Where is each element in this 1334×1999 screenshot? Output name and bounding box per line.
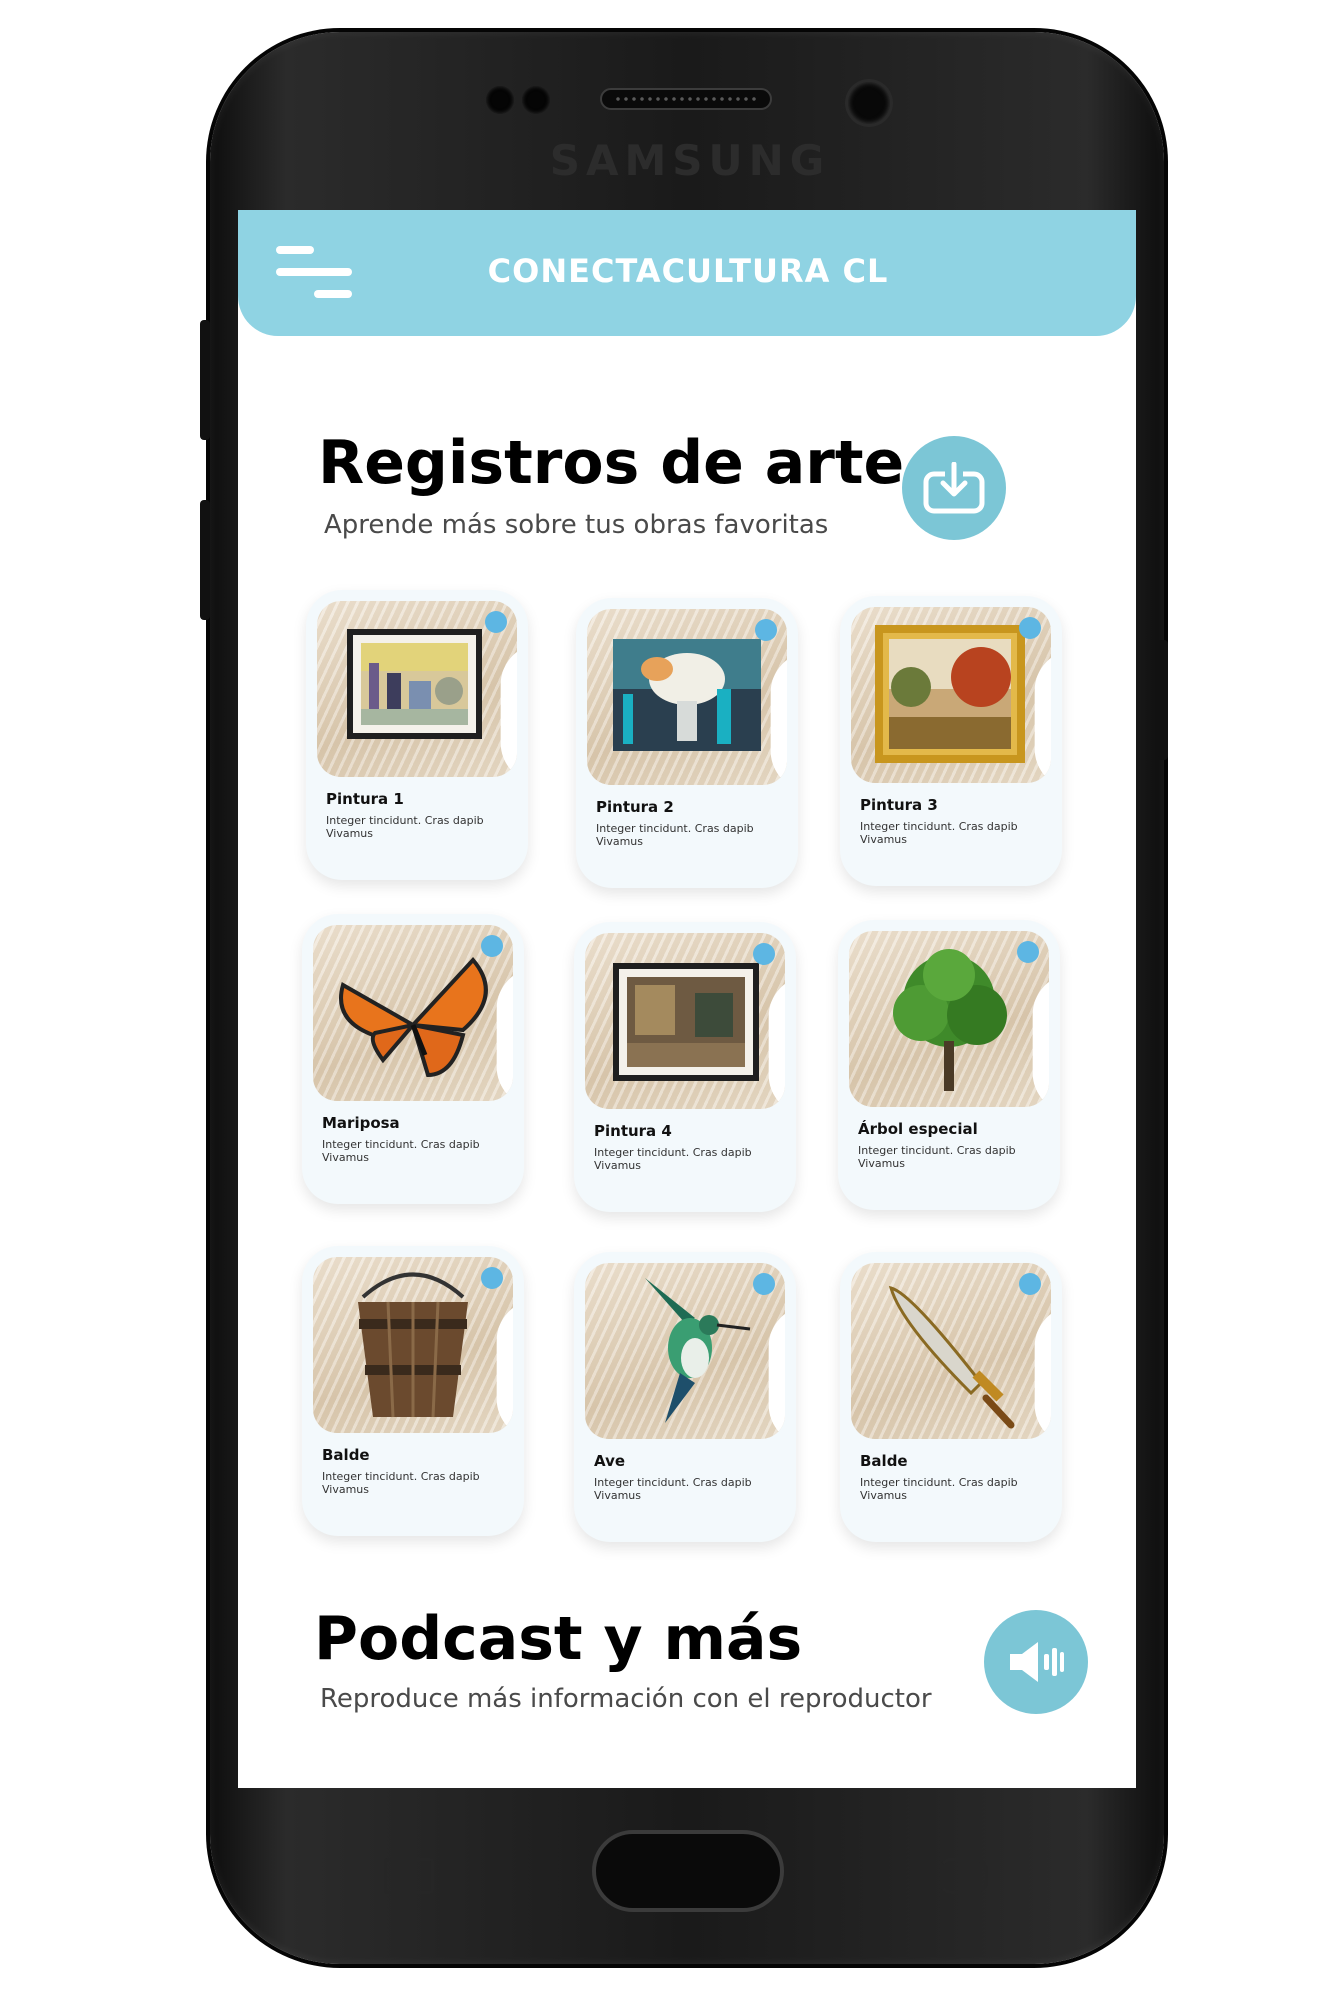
- art-card[interactable]: Árbol especial Integer tincidunt. Cras d…: [838, 920, 1060, 1210]
- art-card-title: Ave: [594, 1452, 626, 1470]
- art-thumbnail: [851, 607, 1051, 783]
- art-card[interactable]: Pintura 4 Integer tincidunt. Cras dapib …: [574, 922, 796, 1212]
- art-card-desc: Integer tincidunt. Cras dapib Vivamus: [322, 1138, 480, 1164]
- podcast-title: Podcast y más: [314, 1604, 803, 1674]
- download-badge-icon[interactable]: [485, 611, 517, 776]
- brand-logo: SAMSUNG: [549, 136, 831, 185]
- home-button[interactable]: [592, 1830, 784, 1912]
- art-thumbnail: [317, 601, 517, 777]
- art-thumbnail: [313, 925, 513, 1101]
- art-card[interactable]: Pintura 2 Integer tincidunt. Cras dapib …: [576, 598, 798, 888]
- download-badge-icon[interactable]: [1019, 617, 1051, 782]
- speaker-button[interactable]: [984, 1610, 1088, 1714]
- art-thumbnail: [313, 1257, 513, 1433]
- back-icon: [938, 1858, 988, 1894]
- art-thumbnail: [849, 931, 1049, 1107]
- art-thumbnail: [585, 1263, 785, 1439]
- light-sensor: [522, 86, 550, 114]
- registros-title: Registros de arte: [318, 428, 905, 498]
- art-card-title: Pintura 3: [860, 796, 938, 814]
- download-badge-icon[interactable]: [755, 619, 787, 784]
- art-card[interactable]: Balde Integer tincidunt. Cras dapib Viva…: [302, 1246, 524, 1536]
- front-camera: [848, 82, 890, 124]
- proximity-sensor: [486, 86, 514, 114]
- art-card-desc: Integer tincidunt. Cras dapib Vivamus: [326, 814, 484, 840]
- registros-subtitle: Aprende más sobre tus obras favoritas: [324, 510, 829, 540]
- art-card-title: Pintura 2: [596, 798, 674, 816]
- art-card[interactable]: Mariposa Integer tincidunt. Cras dapib V…: [302, 914, 524, 1204]
- podcast-subtitle: Reproduce más información con el reprodu…: [320, 1684, 932, 1714]
- art-card-title: Balde: [860, 1452, 908, 1470]
- art-thumbnail: [585, 933, 785, 1109]
- app-header: CONECTACULTURA CL: [238, 210, 1136, 336]
- recent-apps-icon: [384, 1858, 434, 1894]
- power-button: [1158, 640, 1168, 760]
- volume-up-button: [200, 320, 210, 440]
- hamburger-icon[interactable]: [276, 246, 352, 306]
- art-card-desc: Integer tincidunt. Cras dapib Vivamus: [858, 1144, 1016, 1170]
- art-card-desc: Integer tincidunt. Cras dapib Vivamus: [596, 822, 754, 848]
- download-badge-icon[interactable]: [481, 935, 513, 1100]
- art-card[interactable]: Balde Integer tincidunt. Cras dapib Viva…: [840, 1252, 1062, 1542]
- app-screen: CONECTACULTURA CL Registros de arte Apre…: [238, 210, 1136, 1788]
- art-card[interactable]: Ave Integer tincidunt. Cras dapib Vivamu…: [574, 1252, 796, 1542]
- download-badge-icon[interactable]: [481, 1267, 513, 1432]
- art-card-title: Mariposa: [322, 1114, 400, 1132]
- art-thumbnail: [851, 1263, 1051, 1439]
- app-title: CONECTACULTURA CL: [487, 252, 889, 290]
- art-card-desc: Integer tincidunt. Cras dapib Vivamus: [860, 1476, 1018, 1502]
- download-icon: [923, 462, 985, 514]
- download-button[interactable]: [902, 436, 1006, 540]
- art-card-title: Pintura 4: [594, 1122, 672, 1140]
- art-card-desc: Integer tincidunt. Cras dapib Vivamus: [594, 1146, 752, 1172]
- art-card-title: Balde: [322, 1446, 370, 1464]
- art-card-title: Árbol especial: [858, 1120, 978, 1138]
- speaker-icon: [1010, 1642, 1064, 1682]
- earpiece-speaker: [600, 88, 772, 110]
- art-card-desc: Integer tincidunt. Cras dapib Vivamus: [860, 820, 1018, 846]
- art-card[interactable]: Pintura 1 Integer tincidunt. Cras dapib …: [306, 590, 528, 880]
- art-thumbnail: [587, 609, 787, 785]
- art-card-title: Pintura 1: [326, 790, 404, 808]
- art-card[interactable]: Pintura 3 Integer tincidunt. Cras dapib …: [840, 596, 1062, 886]
- download-badge-icon[interactable]: [1019, 1273, 1051, 1438]
- volume-down-button: [200, 500, 210, 620]
- art-card-desc: Integer tincidunt. Cras dapib Vivamus: [322, 1470, 480, 1496]
- art-card-desc: Integer tincidunt. Cras dapib Vivamus: [594, 1476, 752, 1502]
- download-badge-icon[interactable]: [753, 943, 785, 1108]
- download-badge-icon[interactable]: [1017, 941, 1049, 1106]
- download-badge-icon[interactable]: [753, 1273, 785, 1438]
